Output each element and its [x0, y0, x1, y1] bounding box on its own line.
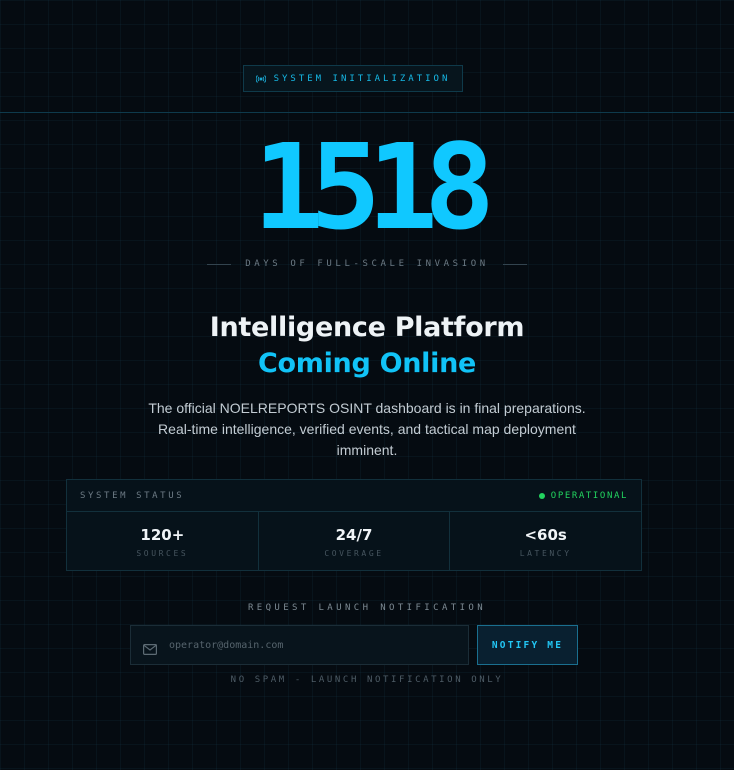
status-dot-icon — [538, 492, 545, 499]
stat-label: LATENCY — [519, 548, 572, 558]
badge-label: SYSTEM INITIALIZATION — [273, 73, 451, 84]
status-text: OPERATIONAL — [550, 490, 628, 501]
notification-heading: REQUEST LAUNCH NOTIFICATION — [247, 603, 487, 613]
headline-primary: Intelligence Platform — [209, 312, 525, 343]
status-panel-title: SYSTEM STATUS — [80, 490, 185, 501]
header-divider — [0, 112, 734, 113]
description-text: The official NOELREPORTS OSINT dashboard… — [148, 400, 586, 458]
status-stats: 120+ SOURCES 24/7 COVERAGE <60s LATENCY — [67, 512, 641, 571]
stat-value: 24/7 — [335, 525, 373, 544]
stat-value: <60s — [524, 525, 567, 544]
stat-coverage: 24/7 COVERAGE — [259, 512, 451, 571]
system-initialization-badge: SYSTEM INITIALIZATION — [243, 65, 463, 92]
status-panel-header: SYSTEM STATUS OPERATIONAL — [67, 480, 641, 512]
counter-caption-text: DAYS OF FULL-SCALE INVASION — [245, 259, 489, 269]
stat-label: SOURCES — [136, 548, 189, 558]
stat-label: COVERAGE — [324, 548, 384, 558]
no-spam-note: NO SPAM - LAUNCH NOTIFICATION ONLY — [230, 675, 504, 685]
broadcast-icon — [255, 74, 266, 84]
counter-caption: DAYS OF FULL-SCALE INVASION — [0, 259, 734, 269]
stat-value: 120+ — [140, 525, 185, 544]
caption-left-dash — [207, 263, 232, 265]
system-status-panel: SYSTEM STATUS OPERATIONAL 120+ SOURCES 2… — [66, 479, 642, 571]
email-field-container — [130, 625, 469, 665]
status-indicator: OPERATIONAL — [538, 490, 628, 501]
caption-right-dash — [502, 263, 527, 265]
notify-me-button[interactable]: NOTIFY ME — [477, 625, 578, 665]
stat-latency: <60s LATENCY — [450, 512, 641, 571]
day-counter: 1518 — [252, 118, 495, 256]
email-input[interactable] — [167, 638, 468, 652]
headline-accent: Coming Online — [257, 348, 477, 379]
stat-sources: 120+ SOURCES — [67, 512, 259, 571]
mail-icon — [143, 640, 158, 655]
